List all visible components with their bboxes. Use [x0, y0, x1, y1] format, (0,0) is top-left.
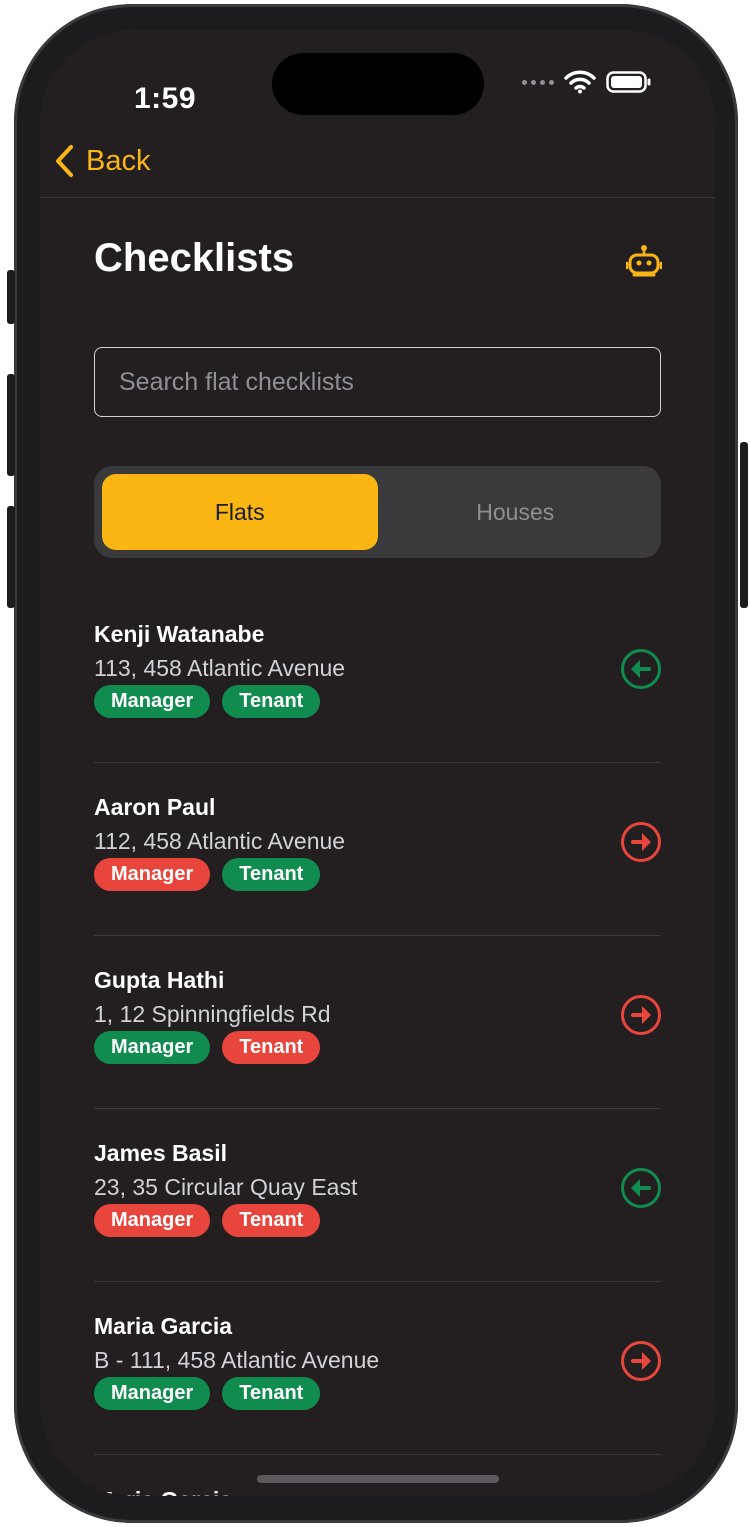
arrow-right-circle-icon [621, 822, 661, 862]
status-badge: Tenant [222, 1377, 321, 1410]
status-indicators [522, 70, 652, 94]
status-badge: Manager [94, 1204, 211, 1237]
status-badge: Tenant [222, 685, 321, 718]
battery-icon [606, 71, 651, 93]
status-badge: Tenant [222, 1204, 321, 1237]
segment-houses[interactable]: Houses [378, 474, 654, 550]
status-badge: Tenant [222, 858, 321, 891]
tenant-name: Kenji Watanabe [94, 621, 265, 647]
search-input[interactable] [94, 347, 661, 417]
volume-down-button [7, 506, 15, 608]
arrow-left-circle-icon [621, 649, 661, 689]
list-item[interactable]: Aaron Paul 112, 458 Atlantic Avenue Manage… [94, 763, 661, 936]
volume-up-button [7, 374, 15, 476]
property-type-segmented-control: Flats Houses [94, 466, 661, 558]
mute-switch [7, 270, 15, 324]
list-item-partial[interactable]: Maria Garcia [94, 1487, 232, 1496]
tenant-name: James Basil [94, 1140, 227, 1166]
arrow-left-circle-icon [621, 1168, 661, 1208]
status-tags: Manager Tenant [94, 1204, 321, 1237]
status-badge: Manager [94, 1031, 211, 1064]
status-tags: Manager Tenant [94, 1377, 321, 1410]
status-tags: Manager Tenant [94, 858, 321, 891]
status-badge: Manager [94, 1377, 211, 1410]
status-time: 1:59 [134, 82, 197, 115]
home-indicator [257, 1475, 499, 1483]
open-checklist-button[interactable] [620, 994, 662, 1036]
list-item[interactable]: Kenji Watanabe 113, 458 Atlantic Avenue Ma… [94, 590, 661, 763]
cellular-signal-icon [522, 79, 554, 85]
chevron-left-icon [56, 145, 73, 177]
tenant-name: Gupta Hathi [94, 967, 225, 993]
list-item[interactable]: James Basil 23, 35 Circular Quay East Mana… [94, 1109, 661, 1282]
checklist-list: Kenji Watanabe 113, 458 Atlantic Avenue Ma… [94, 590, 661, 1455]
arrow-right-circle-icon [621, 1341, 661, 1381]
tenant-name: Maria Garcia [94, 1313, 233, 1339]
dynamic-island [272, 53, 484, 115]
list-item[interactable]: Maria Garcia B - 111, 458 Atlantic Avenue… [94, 1282, 661, 1455]
status-badge: Manager [94, 685, 211, 718]
open-checklist-button[interactable] [620, 821, 662, 863]
property-address: 113, 458 Atlantic Avenue [94, 655, 346, 681]
property-address: 1, 12 Spinningfields Rd [94, 1001, 331, 1027]
segment-flats[interactable]: Flats [102, 474, 378, 550]
tenant-name: Aaron Paul [94, 794, 216, 820]
status-tags: Manager Tenant [94, 1031, 321, 1064]
power-button [740, 442, 748, 608]
property-address: B - 111, 458 Atlantic Avenue [94, 1347, 380, 1373]
status-tags: Manager Tenant [94, 685, 321, 718]
arrow-right-circle-icon [621, 995, 661, 1035]
app-screen: 1:59 Back Checklists Search flat checkli… [40, 30, 715, 1496]
open-checklist-button[interactable] [620, 648, 662, 690]
robot-icon [625, 245, 663, 277]
assistant-button[interactable] [625, 244, 663, 283]
status-badge: Tenant [222, 1031, 321, 1064]
navigation-bar: Back [40, 130, 715, 198]
open-checklist-button[interactable] [620, 1167, 662, 1209]
status-badge: Manager [94, 858, 211, 891]
list-item[interactable]: Gupta Hathi 1, 12 Spinningfields Rd Manage… [94, 936, 661, 1109]
page-title: Checklists [94, 236, 295, 280]
property-address: 23, 35 Circular Quay East [94, 1174, 358, 1200]
property-address: 112, 458 Atlantic Avenue [94, 828, 346, 854]
open-checklist-button[interactable] [620, 1340, 662, 1382]
back-button[interactable]: Back [54, 144, 150, 178]
wifi-icon [564, 70, 596, 94]
back-label: Back [86, 144, 151, 177]
